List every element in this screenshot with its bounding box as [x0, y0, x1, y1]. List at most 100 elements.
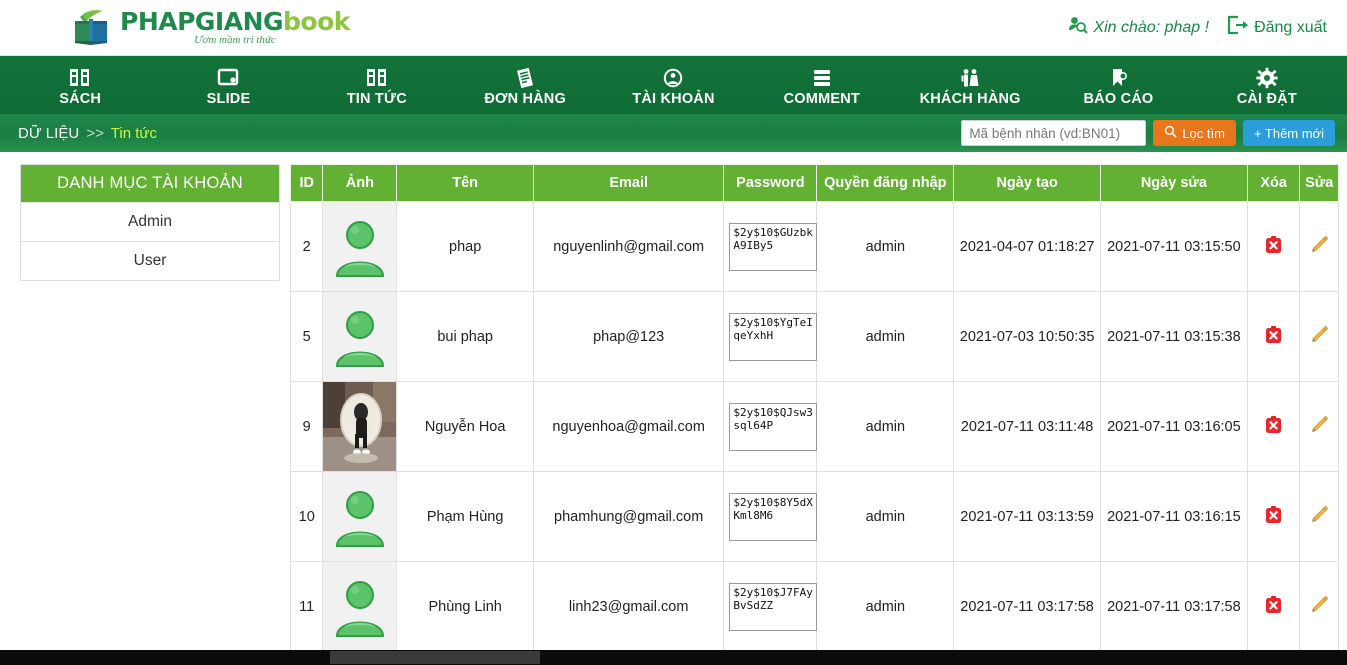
- nav-item-taikhoan[interactable]: TÀI KHOẢN: [599, 56, 747, 114]
- cell-name: Phùng Linh: [396, 561, 534, 652]
- nav-item-slide[interactable]: SLIDE: [154, 56, 302, 114]
- nav-item-baocao[interactable]: BÁO CÁO: [1044, 56, 1192, 114]
- user-search-icon: [1068, 16, 1089, 39]
- cell-password: [723, 381, 818, 472]
- nav-item-caidat[interactable]: CÀI ĐẶT: [1193, 56, 1341, 114]
- table-row: 9 Nguyễn Hoanguyenhoa@gmail.comadmin2021…: [290, 381, 1339, 472]
- user-area: Xin chào: phap ! Đăng xuất: [1068, 15, 1327, 40]
- breadcrumb-bar: DỮ LIỆU >> Tin tức Lọc tìm + Thêm mới: [0, 114, 1347, 152]
- nav-item-khachhang[interactable]: KHÁCH HÀNG: [896, 56, 1044, 114]
- cell-name: phap: [396, 201, 534, 292]
- password-field[interactable]: [729, 402, 818, 451]
- password-field[interactable]: [729, 582, 818, 631]
- edit-pencil-icon[interactable]: [1308, 234, 1330, 260]
- cell-created: 2021-04-07 01:18:27: [953, 201, 1101, 292]
- col-password[interactable]: Password: [723, 164, 818, 202]
- nav-item-comment[interactable]: COMMENT: [748, 56, 896, 114]
- default-avatar-icon[interactable]: [323, 562, 397, 651]
- search-icon: [1164, 125, 1177, 141]
- nav-label: COMMENT: [783, 90, 860, 107]
- delete-icon[interactable]: [1265, 415, 1282, 438]
- top-header: PHAPGIANGbook Ươm mầm tri thức Xin chào:…: [0, 0, 1347, 56]
- edit-pencil-icon[interactable]: [1308, 414, 1330, 440]
- nav-item-sach[interactable]: SÁCH: [6, 56, 154, 114]
- cell-role: admin: [816, 471, 955, 562]
- cell-id: 11: [290, 561, 324, 652]
- cell-avatar: [322, 381, 398, 472]
- cell-avatar: [322, 201, 398, 292]
- default-avatar-icon[interactable]: [323, 202, 397, 291]
- cell-id: 10: [290, 471, 324, 562]
- delete-icon[interactable]: [1265, 235, 1282, 258]
- cell-created: 2021-07-11 03:13:59: [953, 471, 1101, 562]
- delete-icon[interactable]: [1265, 325, 1282, 348]
- logo-text-secondary: book: [283, 7, 350, 36]
- cell-modified: 2021-07-11 03:15:50: [1099, 201, 1248, 292]
- books-icon: [67, 67, 93, 89]
- col-edit[interactable]: Sửa: [1299, 164, 1339, 202]
- cell-id: 5: [290, 291, 324, 382]
- horizontal-scrollbar[interactable]: [0, 650, 1347, 665]
- edit-pencil-icon[interactable]: [1308, 504, 1330, 530]
- sidebar-title: DANH MỤC TÀI KHOẢN: [21, 165, 279, 202]
- table-row: 11 Phùng Linhlinh23@gmail.comadmin2021-0…: [290, 561, 1339, 652]
- slide-icon: [215, 67, 241, 89]
- cell-delete: [1246, 201, 1301, 292]
- password-field[interactable]: [729, 222, 818, 271]
- nav-label: SÁCH: [59, 90, 102, 107]
- comment-stack-icon: [809, 67, 835, 89]
- sidebar-item-user[interactable]: User: [21, 241, 279, 280]
- table-row: 10 Phạm Hùngphamhung@gmail.comadmin2021-…: [290, 471, 1339, 562]
- add-new-button[interactable]: + Thêm mới: [1242, 120, 1335, 146]
- cell-role: admin: [816, 291, 955, 382]
- default-avatar-icon[interactable]: [323, 292, 397, 381]
- breadcrumb-root[interactable]: DỮ LIỆU: [18, 125, 79, 142]
- col-anh[interactable]: Ảnh: [322, 164, 398, 202]
- search-input[interactable]: [961, 120, 1147, 146]
- cell-edit: [1299, 291, 1339, 382]
- col-role[interactable]: Quyền đăng nhập: [816, 164, 955, 202]
- cell-edit: [1299, 201, 1339, 292]
- edit-pencil-icon[interactable]: [1308, 324, 1330, 350]
- sidebar-item-admin[interactable]: Admin: [21, 202, 279, 241]
- logo-slogan: Ươm mầm tri thức: [194, 34, 276, 46]
- breadcrumb: DỮ LIỆU >> Tin tức: [18, 125, 157, 142]
- password-field[interactable]: [729, 312, 818, 361]
- cell-name: Nguyễn Hoa: [396, 381, 534, 472]
- cell-modified: 2021-07-11 03:17:58: [1099, 561, 1248, 652]
- col-created[interactable]: Ngày tạo: [953, 164, 1101, 202]
- nav-item-tintuc[interactable]: TIN TỨC: [303, 56, 451, 114]
- cell-delete: [1246, 471, 1301, 562]
- order-invoice-icon: [512, 67, 538, 89]
- cell-password: [723, 561, 818, 652]
- delete-icon[interactable]: [1265, 505, 1282, 528]
- col-email[interactable]: Email: [532, 164, 725, 202]
- cell-modified: 2021-07-11 03:16:15: [1099, 471, 1248, 562]
- main-nav: SÁCH SLIDE TIN TỨC ĐƠN HÀNG TÀI KHOẢN CO…: [0, 56, 1347, 114]
- scrollbar-thumb[interactable]: [330, 651, 540, 664]
- cell-edit: [1299, 381, 1339, 472]
- col-id[interactable]: ID: [290, 164, 324, 202]
- table-body: 2 phapnguyenlinh@gmail.comadmin2021-04-0…: [290, 201, 1339, 665]
- col-ten[interactable]: Tên: [396, 164, 534, 202]
- logout-button[interactable]: Đăng xuất: [1227, 15, 1327, 40]
- cell-role: admin: [816, 381, 955, 472]
- default-avatar-icon[interactable]: [323, 472, 397, 561]
- nav-item-donhang[interactable]: ĐƠN HÀNG: [451, 56, 599, 114]
- breadcrumb-current: Tin tức: [110, 124, 157, 142]
- site-logo[interactable]: PHAPGIANGbook Ươm mầm tri thức: [70, 8, 350, 48]
- filter-button[interactable]: Lọc tìm: [1153, 120, 1236, 146]
- table-row: 2 phapnguyenlinh@gmail.com admin2021-04-0…: [290, 201, 1339, 292]
- account-user-icon: [660, 67, 686, 89]
- col-modified[interactable]: Ngày sửa: [1099, 164, 1248, 202]
- nav-label: SLIDE: [206, 90, 251, 107]
- col-delete[interactable]: Xóa: [1246, 164, 1301, 202]
- delete-icon[interactable]: [1265, 595, 1282, 618]
- cell-edit: [1299, 471, 1339, 562]
- password-field[interactable]: [729, 492, 818, 541]
- cell-delete: [1246, 291, 1301, 382]
- content-area: DANH MỤC TÀI KHOẢN Admin User ID Ảnh Tên…: [0, 152, 1347, 665]
- cell-modified: 2021-07-11 03:16:05: [1099, 381, 1248, 472]
- user-photo[interactable]: [323, 382, 397, 471]
- edit-pencil-icon[interactable]: [1308, 594, 1330, 620]
